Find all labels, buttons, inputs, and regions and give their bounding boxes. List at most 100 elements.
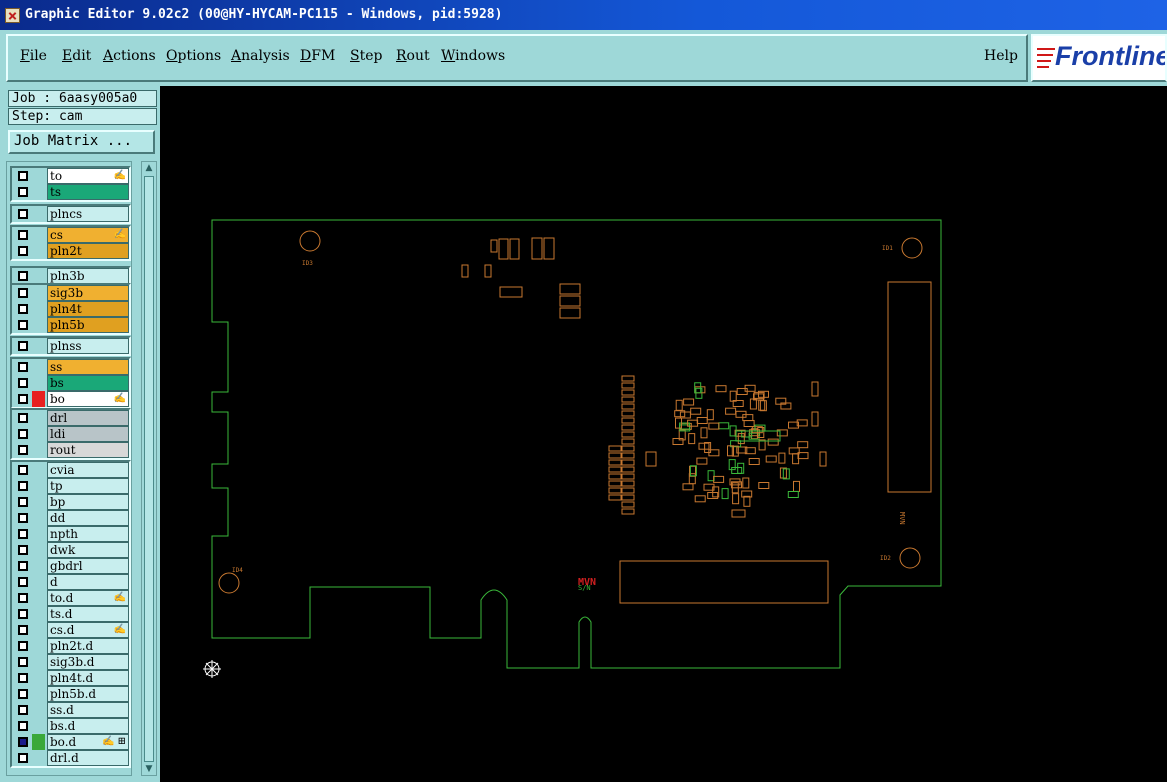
menu-windows[interactable]: Windows (441, 48, 505, 64)
layer-checkbox[interactable] (18, 609, 28, 619)
layer-row[interactable]: plncs (12, 206, 129, 222)
menu-analysis[interactable]: Analysis (231, 48, 290, 64)
layer-color-swatch[interactable] (32, 391, 45, 407)
job-matrix-button[interactable]: Job Matrix ... (8, 130, 155, 154)
layer-row[interactable]: bs.d (12, 718, 129, 734)
menu-options[interactable]: Options (166, 48, 221, 64)
layer-checkbox[interactable] (18, 209, 28, 219)
layer-row[interactable]: pln5b (12, 317, 129, 333)
layer-name[interactable]: ts (47, 184, 129, 200)
layer-checkbox[interactable] (18, 577, 28, 587)
layer-checkbox[interactable] (18, 246, 28, 256)
layer-name[interactable]: bo.d ✍ ⊞ (47, 734, 129, 750)
scroll-up-icon[interactable]: ▲ (144, 163, 154, 173)
layer-name[interactable]: pln4t (47, 301, 129, 317)
layer-row[interactable]: gbdrl (12, 558, 129, 574)
layer-checkbox[interactable] (18, 513, 28, 523)
layer-name[interactable]: ss.d (47, 702, 129, 718)
layer-checkbox[interactable] (18, 497, 28, 507)
layer-name[interactable]: cvia (47, 462, 129, 478)
layer-name[interactable]: bs (47, 375, 129, 391)
layer-row[interactable]: to ✍ (12, 168, 129, 184)
layer-row[interactable]: dwk (12, 542, 129, 558)
menu-step[interactable]: Step (350, 48, 382, 64)
layer-name[interactable]: cs ✍ (47, 227, 129, 243)
layer-name[interactable]: to.d ✍ (47, 590, 129, 606)
layer-checkbox[interactable] (18, 187, 28, 197)
layer-name[interactable]: dd (47, 510, 129, 526)
layer-row[interactable]: ldi (12, 426, 129, 442)
menu-actions[interactable]: Actions (103, 48, 156, 64)
menu-rout[interactable]: Rout (396, 48, 430, 64)
layer-checkbox[interactable] (18, 465, 28, 475)
layer-name[interactable]: bp (47, 494, 129, 510)
layer-name[interactable]: drl (47, 410, 129, 426)
layer-name[interactable]: ts.d (47, 606, 129, 622)
layer-checkbox[interactable] (18, 378, 28, 388)
layer-row[interactable]: cvia (12, 462, 129, 478)
layer-name[interactable]: pln3b (47, 268, 129, 284)
layer-checkbox[interactable] (18, 593, 28, 603)
graphic-canvas[interactable]: ID3 ID1 ID4 ID2 MVN S/N MVN (160, 86, 1167, 782)
layer-checkbox[interactable] (18, 641, 28, 651)
menu-edit[interactable]: Edit (62, 48, 91, 64)
layer-name[interactable]: cs.d ✍ (47, 622, 129, 638)
layer-name[interactable]: plncs (47, 206, 129, 222)
layer-name[interactable]: ldi (47, 426, 129, 442)
app-icon[interactable] (5, 8, 20, 23)
layer-checkbox[interactable] (18, 561, 28, 571)
layer-row[interactable]: sig3b.d (12, 654, 129, 670)
layer-name[interactable]: pln2t (47, 243, 129, 259)
scroll-thumb[interactable] (144, 176, 154, 762)
layer-name[interactable]: plnss (47, 338, 129, 354)
layer-row[interactable]: pln3b (12, 268, 129, 284)
layer-name[interactable]: drl.d (47, 750, 129, 766)
layer-row[interactable]: bp (12, 494, 129, 510)
layer-row[interactable]: plnss (12, 338, 129, 354)
layer-checkbox[interactable] (18, 481, 28, 491)
layer-name[interactable]: gbdrl (47, 558, 129, 574)
layer-row[interactable]: cs ✍ (12, 227, 129, 243)
layer-row[interactable]: ss (12, 359, 129, 375)
layer-checkbox[interactable] (18, 320, 28, 330)
layer-checkbox[interactable] (18, 413, 28, 423)
layer-row[interactable]: bo.d ✍ ⊞ (12, 734, 129, 750)
layer-row[interactable]: pln4t.d (12, 670, 129, 686)
layer-checkbox[interactable] (18, 271, 28, 281)
layer-row[interactable]: ts.d (12, 606, 129, 622)
menu-help[interactable]: Help (984, 48, 1018, 64)
layer-color-swatch[interactable] (32, 734, 45, 750)
layer-name[interactable]: sig3b.d (47, 654, 129, 670)
layer-checkbox[interactable] (18, 705, 28, 715)
layer-name[interactable]: ss (47, 359, 129, 375)
layer-row[interactable]: to.d ✍ (12, 590, 129, 606)
layer-checkbox[interactable] (18, 545, 28, 555)
layer-checkbox[interactable] (18, 394, 28, 404)
layer-checkbox[interactable] (18, 689, 28, 699)
layer-row[interactable]: pln4t (12, 301, 129, 317)
layer-name[interactable]: pln5b.d (47, 686, 129, 702)
layer-checkbox[interactable] (18, 753, 28, 763)
layer-list-scrollbar[interactable]: ▲ ▼ (141, 161, 157, 776)
layer-row[interactable]: bs (12, 375, 129, 391)
layer-row[interactable]: sig3b (12, 285, 129, 301)
layer-row[interactable]: bo ✍ (12, 391, 129, 407)
layer-checkbox[interactable] (18, 529, 28, 539)
layer-row[interactable]: drl (12, 410, 129, 426)
layer-name[interactable]: bo ✍ (47, 391, 129, 407)
layer-row[interactable]: pln5b.d (12, 686, 129, 702)
layer-row[interactable]: d (12, 574, 129, 590)
layer-name[interactable]: dwk (47, 542, 129, 558)
menu-file[interactable]: File (20, 48, 47, 64)
layer-checkbox[interactable] (18, 288, 28, 298)
layer-checkbox[interactable] (18, 230, 28, 240)
layer-checkbox[interactable] (18, 429, 28, 439)
layer-row[interactable]: ss.d (12, 702, 129, 718)
menu-dfm[interactable]: DFM (300, 48, 335, 64)
layer-name[interactable]: pln5b (47, 317, 129, 333)
layer-name[interactable]: npth (47, 526, 129, 542)
layer-row[interactable]: npth (12, 526, 129, 542)
layer-row[interactable]: ts (12, 184, 129, 200)
layer-row[interactable]: dd (12, 510, 129, 526)
layer-checkbox[interactable] (18, 721, 28, 731)
